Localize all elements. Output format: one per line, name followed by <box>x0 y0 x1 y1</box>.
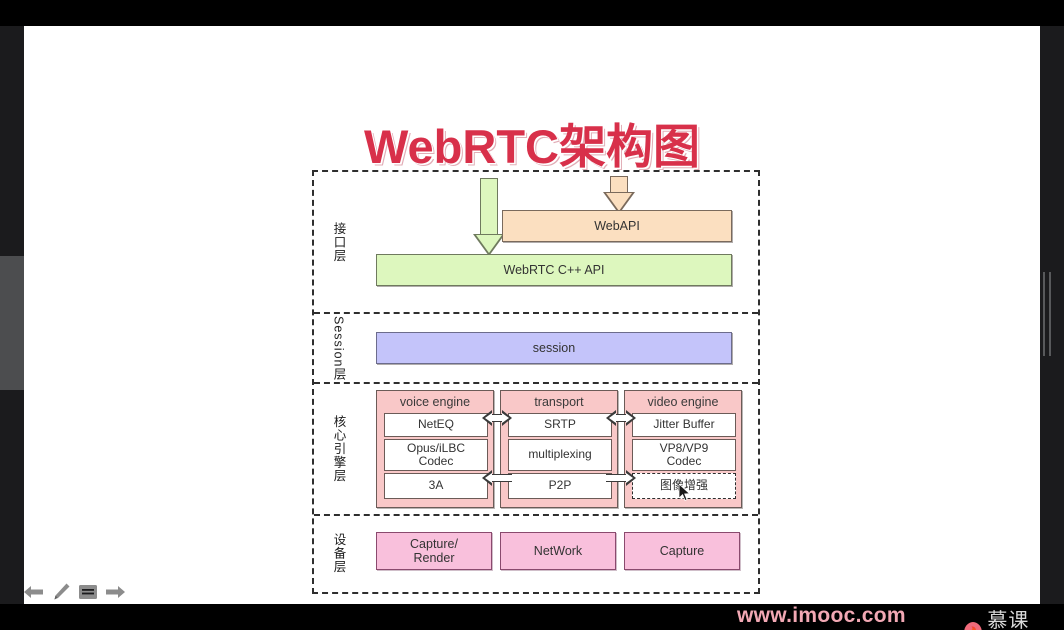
panel-title-voice-engine: voice engine <box>399 395 471 409</box>
layer-label-session: Session层 <box>331 315 346 381</box>
slide-canvas: WebRTC架构图 接口层 WebAPI WebRTC C++ API Sess… <box>24 26 1040 630</box>
pen-tool-button[interactable] <box>51 582 71 602</box>
cell-opus-ilbc[interactable]: Opus/iLBC Codec <box>384 439 488 471</box>
panel-voice-engine: voice engine NetEQ Opus/iLBC Codec 3A <box>376 390 494 508</box>
connector-transport-video-bottom <box>606 470 636 486</box>
previous-slide-button[interactable] <box>24 583 44 601</box>
layer-interface: 接口层 WebAPI WebRTC C++ API <box>314 172 758 314</box>
flame-icon: 🔥 <box>964 622 983 630</box>
box-webapi[interactable]: WebAPI <box>502 210 732 242</box>
box-capture[interactable]: Capture <box>624 532 740 570</box>
cell-jitter-buffer[interactable]: Jitter Buffer <box>632 413 736 437</box>
panel-transport: transport SRTP multiplexing P2P <box>500 390 618 508</box>
next-slide-button[interactable] <box>105 583 125 601</box>
webrtc-architecture-diagram: 接口层 WebAPI WebRTC C++ API Session层 sessi… <box>312 170 760 594</box>
mouse-cursor <box>679 484 691 502</box>
cell-srtp[interactable]: SRTP <box>508 413 612 437</box>
box-webrtc-cpp-api[interactable]: WebRTC C++ API <box>376 254 732 286</box>
box-capture-render[interactable]: Capture/Render <box>376 532 492 570</box>
green-down-arrow <box>472 178 506 256</box>
panel-title-transport: transport <box>534 395 584 409</box>
box-network[interactable]: NetWork <box>500 532 616 570</box>
layer-label-core-engine: 核心引擎层 <box>331 415 346 483</box>
cell-3a[interactable]: 3A <box>384 473 488 499</box>
notes-button[interactable] <box>78 583 98 601</box>
connector-transport-voice-bottom <box>482 470 512 486</box>
box-session[interactable]: session <box>376 332 732 364</box>
cell-p2p[interactable]: P2P <box>508 473 612 499</box>
player-top-bar <box>0 0 1064 26</box>
layer-core-engine: 核心引擎层 voice engine NetEQ Opus/iLBC Codec … <box>314 384 758 516</box>
watermark-logo: 🔥 慕课网 <box>964 604 1040 630</box>
cell-multiplexing[interactable]: multiplexing <box>508 439 612 471</box>
left-scroll-indicator[interactable] <box>0 256 24 390</box>
cell-vp8-vp9-codec[interactable]: VP8/VP9 Codec <box>632 439 736 471</box>
connector-voice-transport-top <box>482 410 512 426</box>
cell-neteq[interactable]: NetEQ <box>384 413 488 437</box>
orange-down-arrow <box>602 176 636 214</box>
layer-label-interface: 接口层 <box>331 221 346 263</box>
connector-transport-video-top <box>606 410 636 426</box>
watermark-brand: 慕课网 <box>987 610 1030 630</box>
right-drag-handle[interactable] <box>1043 272 1052 356</box>
layer-label-device: 设备层 <box>331 532 346 574</box>
video-player: WebRTC架构图 接口层 WebAPI WebRTC C++ API Sess… <box>0 0 1064 630</box>
layer-session: Session层 session <box>314 314 758 384</box>
watermark-url: www.imooc.com <box>737 604 906 627</box>
layer-device: 设备层 Capture/Render NetWork Capture <box>314 516 758 590</box>
page-title: WebRTC架构图 <box>364 120 700 173</box>
panel-title-video-engine: video engine <box>647 395 719 409</box>
player-toolbar <box>24 582 125 602</box>
